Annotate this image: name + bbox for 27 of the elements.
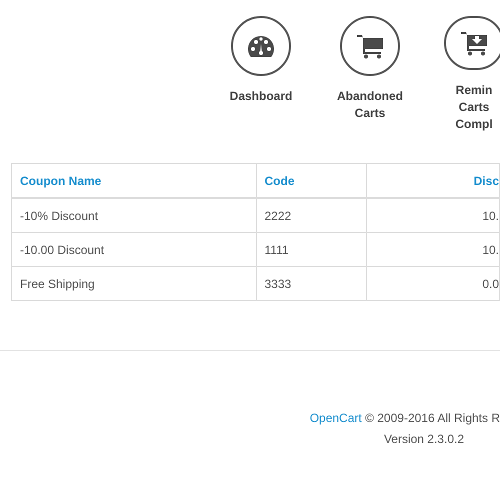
copyright-text: © 2009-2016 All Rights R: [365, 411, 500, 425]
table-cell-text: -10% Discount: [20, 208, 98, 224]
cart-with-arrow-icon: [460, 30, 488, 56]
table-cell-text: 3333: [264, 276, 292, 292]
table-cell-text: 1111: [264, 242, 289, 258]
cart-icon: [356, 33, 384, 59]
table-cell-text: 2222: [264, 208, 292, 224]
shortcut-button[interactable]: [340, 16, 400, 76]
shortcut-label: Dashboard: [230, 88, 292, 105]
shortcut-label: Remin: [456, 82, 492, 99]
table-cell-text: Free Shipping: [20, 276, 95, 292]
table-cell-text: 0.0: [482, 276, 499, 292]
shortcut-button[interactable]: [444, 16, 500, 70]
shortcut-label: Abandoned: [337, 88, 403, 105]
column-header[interactable]: Coupon Name: [20, 172, 102, 190]
gauge-icon: [248, 34, 274, 58]
table-cell-text: 10.: [482, 242, 499, 258]
table-cell-text: -10.00 Discount: [20, 242, 104, 258]
shortcut-label: Carts: [458, 99, 490, 116]
version-text: Version 2.3.0.2: [384, 431, 464, 448]
shortcut-label: Compl: [455, 116, 493, 133]
table-cell-text: 10.: [482, 208, 499, 224]
opencart-link[interactable]: OpenCart: [310, 411, 362, 425]
column-header[interactable]: Code: [264, 172, 294, 190]
column-header[interactable]: Disc: [474, 172, 499, 190]
shortcut-button[interactable]: [231, 16, 291, 76]
shortcut-label: Carts: [354, 105, 386, 122]
